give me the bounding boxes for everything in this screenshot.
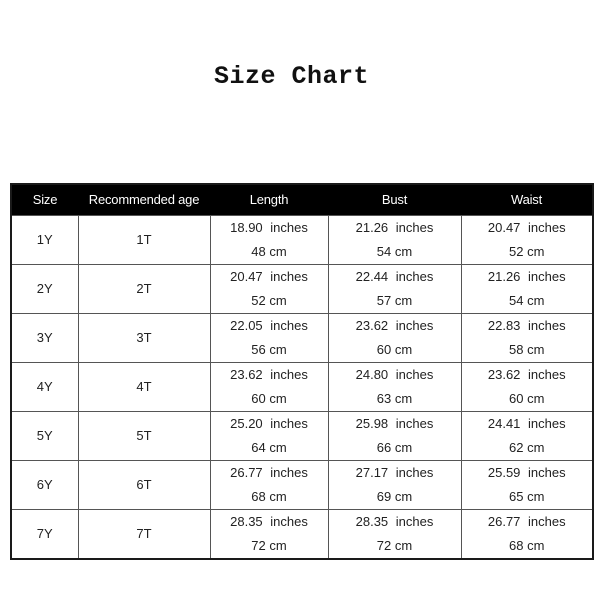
cell-waist: 20.47 inches 52 cm xyxy=(460,214,594,265)
waist-cm: 58 cm xyxy=(509,341,545,357)
bust-cm: 66 cm xyxy=(376,439,413,455)
table-header-row: Size Recommended age Length Bust Waist xyxy=(11,184,593,215)
table-row: 3Y 3T 22.05 inches 56 cm 23.62 inches 60 c… xyxy=(10,312,594,363)
length-cm: 64 cm xyxy=(251,439,287,455)
length-cm: 60 cm xyxy=(251,390,287,406)
header-recommended-age: Recommended age xyxy=(88,192,200,208)
waist-inches: 24.41 inches xyxy=(487,415,566,431)
waist-cm: 62 cm xyxy=(509,439,545,455)
length-inches: 26.77 inches xyxy=(230,464,308,480)
length-inches: 28.35 inches xyxy=(230,513,308,529)
length-cm: 56 cm xyxy=(251,341,287,357)
bust-inches: 21.26 inches xyxy=(355,219,434,235)
cell-age: 2T xyxy=(77,263,211,314)
cell-waist: 23.62 inches 60 cm xyxy=(460,361,594,412)
cell-age: 4T xyxy=(77,361,211,412)
cell-waist: 25.59 inches 65 cm xyxy=(460,459,594,510)
table-row: 4Y 4T 23.62 inches 60 cm 24.80 inches 63 c… xyxy=(10,361,594,412)
table-row: 6Y 6T 26.77 inches 68 cm 27.17 inches 69 c… xyxy=(10,459,594,510)
cell-bust: 25.98 inches 66 cm xyxy=(327,410,462,461)
cell-bust: 21.26 inches 54 cm xyxy=(327,214,462,265)
cell-size: 2Y xyxy=(10,263,79,314)
page-title: Size Chart xyxy=(213,62,370,91)
waist-inches: 23.62 inches xyxy=(487,366,566,382)
length-inches: 22.05 inches xyxy=(230,317,308,333)
cell-size: 3Y xyxy=(10,312,79,363)
table-row: 1Y 1T 18.90 inches 48 cm 21.26 inches 54 c… xyxy=(10,214,594,265)
bust-cm: 63 cm xyxy=(376,390,413,406)
size-chart-page: Size Chart Size Recommended age Length B… xyxy=(0,0,600,600)
length-inches: 23.62 inches xyxy=(230,366,308,382)
header-length: Length xyxy=(249,192,289,208)
cell-size: 4Y xyxy=(10,361,79,412)
cell-age: 5T xyxy=(77,410,211,461)
cell-length: 28.35 inches 72 cm xyxy=(209,508,329,559)
waist-cm: 52 cm xyxy=(509,243,545,259)
cell-bust: 23.62 inches 60 cm xyxy=(327,312,462,363)
cell-size: 6Y xyxy=(10,459,79,510)
header-size: Size xyxy=(32,192,58,208)
bust-inches: 24.80 inches xyxy=(355,366,434,382)
cell-waist: 22.83 inches 58 cm xyxy=(460,312,594,363)
cell-length: 25.20 inches 64 cm xyxy=(209,410,329,461)
waist-inches: 25.59 inches xyxy=(487,464,566,480)
cell-size: 5Y xyxy=(10,410,79,461)
cell-age: 1T xyxy=(77,214,211,265)
table-row: 5Y 5T 25.20 inches 64 cm 25.98 inches 66 c… xyxy=(10,410,594,461)
bust-cm: 60 cm xyxy=(376,341,413,357)
bust-cm: 54 cm xyxy=(376,243,413,259)
waist-cm: 65 cm xyxy=(509,488,545,504)
table-row: 2Y 2T 20.47 inches 52 cm 22.44 inches 57 c… xyxy=(10,263,594,314)
length-cm: 68 cm xyxy=(251,488,287,504)
cell-bust: 24.80 inches 63 cm xyxy=(327,361,462,412)
bust-inches: 25.98 inches xyxy=(355,415,434,431)
bust-inches: 22.44 inches xyxy=(355,268,434,284)
waist-cm: 68 cm xyxy=(509,537,545,553)
waist-cm: 54 cm xyxy=(509,292,545,308)
header-waist: Waist xyxy=(510,192,543,208)
cell-bust: 28.35 inches 72 cm xyxy=(327,508,462,559)
cell-size: 7Y xyxy=(10,508,79,559)
bust-cm: 57 cm xyxy=(376,292,413,308)
table-row: 7Y 7T 28.35 inches 72 cm 28.35 inches 72 c… xyxy=(10,508,594,559)
cell-age: 6T xyxy=(77,459,211,510)
bust-inches: 23.62 inches xyxy=(355,317,434,333)
length-cm: 72 cm xyxy=(251,537,287,553)
header-bust: Bust xyxy=(381,192,408,208)
cell-length: 20.47 inches 52 cm xyxy=(209,263,329,314)
cell-age: 3T xyxy=(77,312,211,363)
bust-inches: 27.17 inches xyxy=(355,464,434,480)
length-inches: 25.20 inches xyxy=(230,415,308,431)
length-inches: 18.90 inches xyxy=(230,219,308,235)
length-inches: 20.47 inches xyxy=(230,268,308,284)
waist-inches: 22.83 inches xyxy=(487,317,566,333)
cell-length: 26.77 inches 68 cm xyxy=(209,459,329,510)
waist-inches: 26.77 inches xyxy=(487,513,566,529)
cell-waist: 24.41 inches 62 cm xyxy=(460,410,594,461)
cell-bust: 22.44 inches 57 cm xyxy=(327,263,462,314)
cell-waist: 26.77 inches 68 cm xyxy=(460,508,594,559)
cell-waist: 21.26 inches 54 cm xyxy=(460,263,594,314)
cell-size: 1Y xyxy=(10,214,79,265)
waist-inches: 20.47 inches xyxy=(487,219,566,235)
bust-cm: 69 cm xyxy=(376,488,413,504)
cell-length: 22.05 inches 56 cm xyxy=(209,312,329,363)
length-cm: 48 cm xyxy=(251,243,287,259)
bust-inches: 28.35 inches xyxy=(355,513,434,529)
length-cm: 52 cm xyxy=(251,292,287,308)
waist-cm: 60 cm xyxy=(509,390,545,406)
size-table: Size Recommended age Length Bust Waist 1… xyxy=(10,183,594,560)
waist-inches: 21.26 inches xyxy=(487,268,566,284)
cell-age: 7T xyxy=(77,508,211,559)
cell-bust: 27.17 inches 69 cm xyxy=(327,459,462,510)
cell-length: 23.62 inches 60 cm xyxy=(209,361,329,412)
cell-length: 18.90 inches 48 cm xyxy=(209,214,329,265)
bust-cm: 72 cm xyxy=(376,537,413,553)
